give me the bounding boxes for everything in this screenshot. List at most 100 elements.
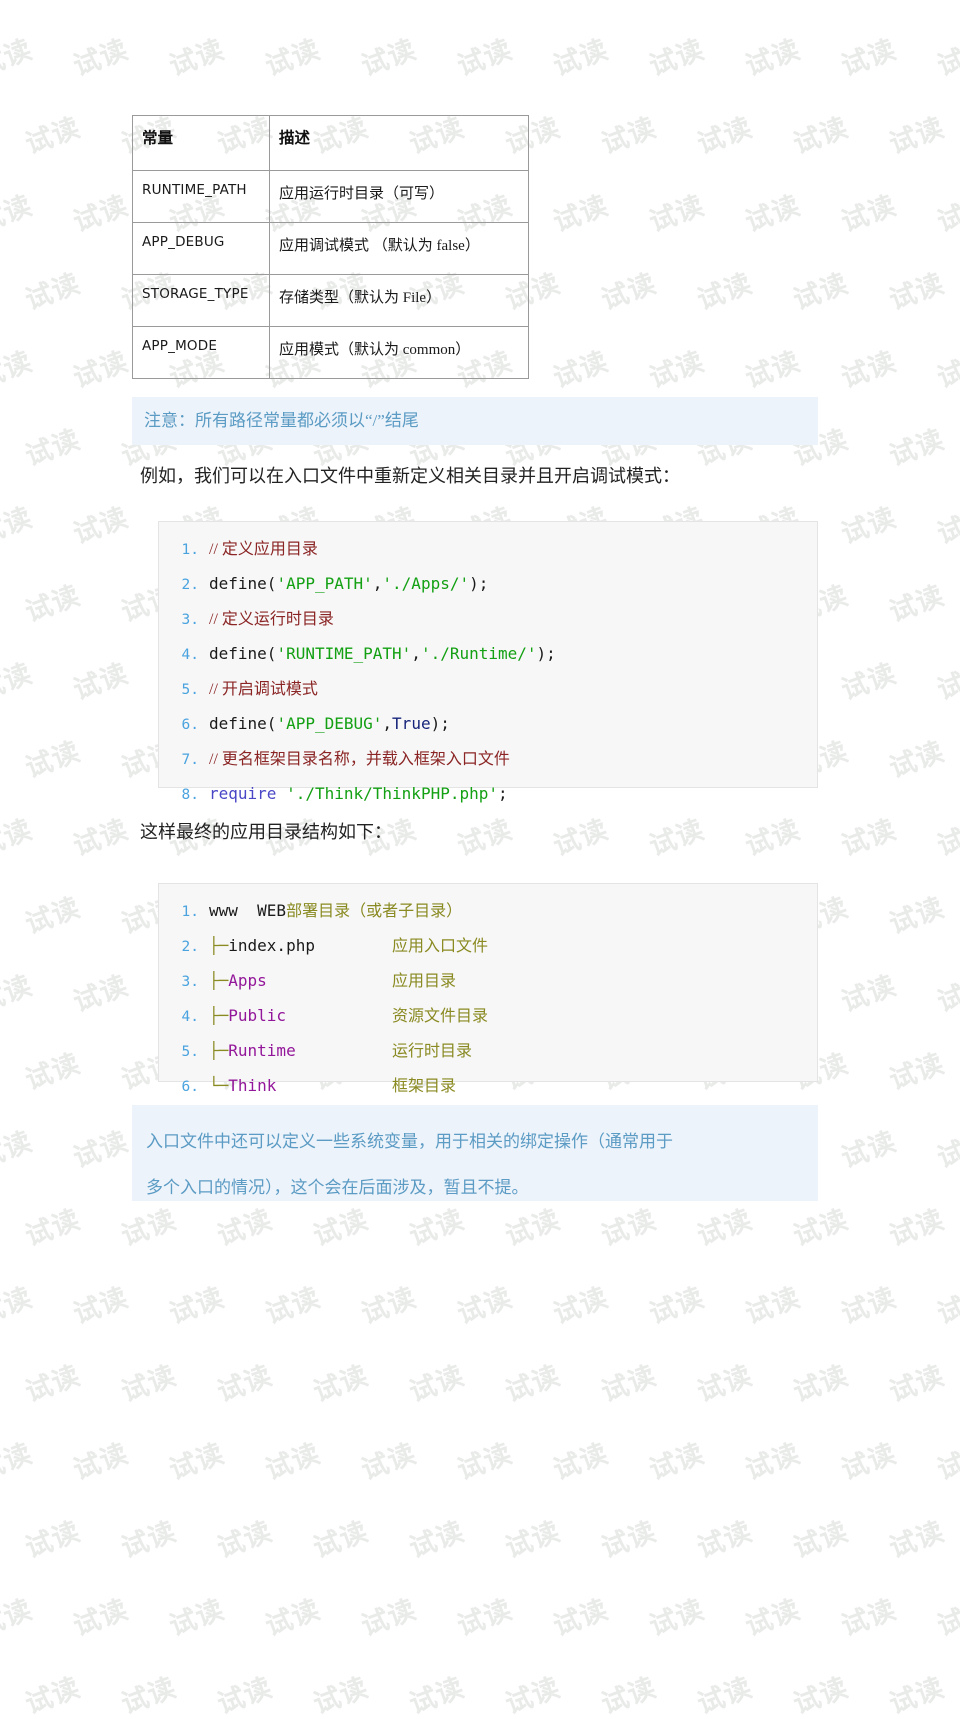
watermark-text: 试读 (501, 1360, 565, 1408)
code-string: './Apps/' (382, 574, 470, 593)
watermark-text: 试读 (789, 1516, 853, 1564)
tree-branch-icon: ├─ (209, 971, 229, 990)
watermark-text: 试读 (357, 1438, 421, 1486)
code-line: 4 ├─Public 资源文件目录 (159, 999, 817, 1034)
tree-node-desc: 资源文件目录 (392, 1008, 489, 1025)
code-separator: , (382, 714, 393, 733)
code-punct: ; (498, 784, 508, 803)
watermark-text: 试读 (837, 1594, 901, 1642)
watermark-text: 试读 (789, 1360, 853, 1408)
watermark-text: 试读 (213, 1672, 277, 1720)
watermark-text: 试读 (741, 1594, 805, 1642)
watermark-text: 试读 (885, 1360, 949, 1408)
watermark-text: 试读 (405, 1516, 469, 1564)
watermark-text: 试读 (309, 1516, 373, 1564)
code-line: 2 ├─index.php 应用入口文件 (159, 929, 817, 964)
line-number: 8 (173, 779, 199, 812)
watermark-text: 试读 (453, 1594, 517, 1642)
code-line: 5 // 开启调试模式 (159, 672, 817, 707)
code-comment: // 开启调试模式 (209, 681, 318, 698)
note-bottom-line-1: 入口文件中还可以定义一些系统变量，用于相关的绑定操作（通常用于 (146, 1132, 673, 1151)
watermark-text: 试读 (69, 1438, 133, 1486)
code-keyword: require (209, 784, 277, 803)
table-header-constant: 常量 (132, 115, 270, 171)
watermark-text: 试读 (213, 1516, 277, 1564)
watermark-text: 试读 (213, 1360, 277, 1408)
code-function: define( (209, 574, 277, 593)
watermark-text: 试读 (21, 1516, 85, 1564)
tree-node-name: Public (228, 1006, 287, 1025)
code-comment: // 更名框架目录名称，并载入框架入口文件 (209, 751, 510, 768)
table-header-description: 描述 (269, 115, 529, 171)
note-callout-bottom: 入口文件中还可以定义一些系统变量，用于相关的绑定操作（通常用于 多个入口的情况）… (132, 1105, 818, 1201)
code-line: 6 define('APP_DEBUG',True); (159, 707, 817, 742)
tree-node-name: Runtime (228, 1041, 296, 1060)
watermark-text: 试读 (261, 1438, 325, 1486)
table-cell-constant: STORAGE_TYPE (132, 274, 270, 327)
code-comment: // 定义运行时目录 (209, 611, 334, 628)
watermark-text: 试读 (885, 1516, 949, 1564)
table-cell-constant: RUNTIME_PATH (132, 170, 270, 223)
code-line: 3 ├─Apps 应用目录 (159, 964, 817, 999)
note-callout-top: 注意：所有路径常量都必须以“/”结尾 (132, 397, 818, 445)
code-line: 1 // 定义应用目录 (159, 532, 817, 567)
watermark-text: 试读 (645, 1594, 709, 1642)
tree-branch-icon: └─ (209, 1076, 229, 1095)
note-bottom-line-2: 多个入口的情况），这个会在后面涉及，暂且不提。 (146, 1178, 529, 1197)
code-line: 8 require './Think/ThinkPHP.php'; (159, 777, 817, 812)
watermark-text: 试读 (165, 1438, 229, 1486)
tree-node-desc: 应用目录 (392, 973, 457, 990)
table-row: APP_DEBUG 应用调试模式 （默认为 false） (132, 222, 529, 275)
table-row: APP_MODE 应用模式（默认为 common） (132, 326, 529, 379)
tree-node-desc: 运行时目录 (392, 1043, 473, 1060)
code-punct: ); (469, 574, 489, 593)
table-header-row: 常量 描述 (132, 115, 529, 171)
watermark-text: 试读 (0, 1438, 37, 1486)
line-number: 5 (173, 1036, 199, 1069)
watermark-text: 试读 (837, 1438, 901, 1486)
paragraph-example-intro: 例如，我们可以在入口文件中重新定义相关目录并且开启调试模式： (140, 466, 680, 486)
line-number: 4 (173, 639, 199, 672)
tree-node-name: www WEB (209, 901, 287, 920)
code-line: 5 ├─Runtime 运行时目录 (159, 1034, 817, 1069)
line-number: 5 (173, 674, 199, 707)
watermark-text: 试读 (549, 1438, 613, 1486)
line-number: 3 (173, 966, 199, 999)
tree-node-name: index.php (228, 936, 315, 955)
watermark-text: 试读 (933, 1438, 960, 1486)
line-number: 4 (173, 1001, 199, 1034)
watermark-text: 试读 (693, 1360, 757, 1408)
code-string: 'APP_PATH' (276, 574, 373, 593)
line-number: 2 (173, 931, 199, 964)
table-row: RUNTIME_PATH 应用运行时目录（可写） (132, 170, 529, 223)
line-number: 6 (173, 709, 199, 742)
watermark-text: 试读 (21, 1672, 85, 1720)
watermark-text: 试读 (645, 1438, 709, 1486)
tree-node-desc: 框架目录 (392, 1078, 457, 1095)
constants-table: 常量 描述 RUNTIME_PATH 应用运行时目录（可写） APP_DEBUG… (132, 115, 529, 379)
watermark-text: 试读 (309, 1672, 373, 1720)
table-cell-description: 应用模式（默认为 common） (269, 326, 529, 379)
table-cell-description: 应用运行时目录（可写） (269, 170, 529, 223)
line-number: 1 (173, 534, 199, 567)
watermark-text: 试读 (165, 1594, 229, 1642)
code-comment: // 定义应用目录 (209, 541, 318, 558)
paragraph-structure-intro: 这样最终的应用目录结构如下： (140, 822, 392, 842)
watermark-text: 试读 (453, 1438, 517, 1486)
table-cell-description: 应用调试模式 （默认为 false） (269, 222, 529, 275)
code-line: 6 └─Think 框架目录 (159, 1069, 817, 1104)
table-cell-constant: APP_DEBUG (132, 222, 270, 275)
watermark-text: 试读 (117, 1672, 181, 1720)
tree-node-name: Think (228, 1076, 277, 1095)
code-line: 4 define('RUNTIME_PATH','./Runtime/'); (159, 637, 817, 672)
table-row: STORAGE_TYPE 存储类型（默认为 File） (132, 274, 529, 327)
watermark-text: 试读 (597, 1360, 661, 1408)
watermark-text: 试读 (405, 1360, 469, 1408)
watermark-text: 试读 (309, 1360, 373, 1408)
line-number: 1 (173, 896, 199, 929)
code-block-entry-file: 1// 定义应用目录 2define('APP_PATH','./Apps/')… (158, 521, 818, 803)
tree-node-name: Apps (228, 971, 267, 990)
document-page: 常量 描述 RUNTIME_PATH 应用运行时目录（可写） APP_DEBUG… (0, 0, 960, 1357)
tree-node-desc: 应用入口文件 (392, 938, 489, 955)
watermark-text: 试读 (117, 1360, 181, 1408)
